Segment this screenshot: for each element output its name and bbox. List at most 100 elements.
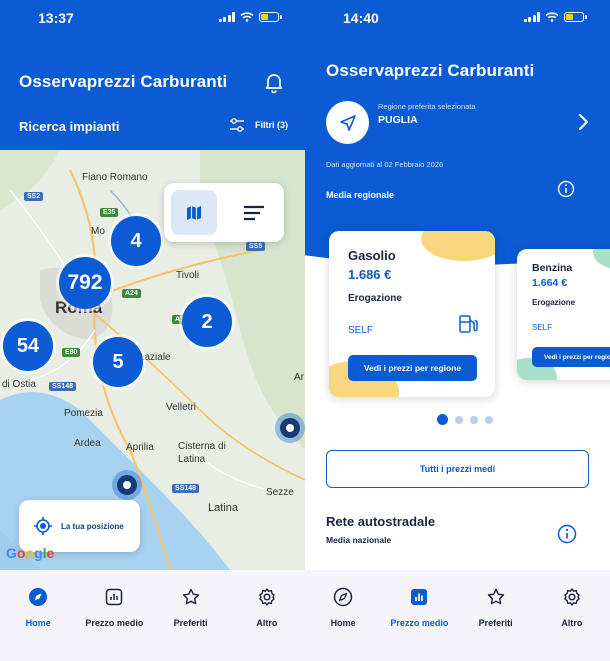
carousel-dot[interactable] bbox=[485, 415, 493, 424]
road-badge: SS5 bbox=[246, 242, 266, 251]
signal-icon bbox=[523, 12, 540, 22]
nav-more[interactable]: Altro bbox=[229, 570, 305, 661]
battery-icon bbox=[259, 12, 282, 22]
carousel-indicator bbox=[437, 414, 493, 425]
erogazione-label: Erogazione bbox=[532, 298, 576, 307]
signal-icon bbox=[218, 12, 235, 22]
google-logo: Google bbox=[6, 545, 55, 561]
view-region-prices-button[interactable]: Vedi i prezzi per regione bbox=[348, 355, 477, 381]
station-cluster[interactable]: 5 bbox=[93, 337, 143, 387]
nav-favorites-label: Preferiti bbox=[478, 618, 513, 628]
regional-average-label: Media regionale bbox=[326, 190, 395, 200]
bottom-navigation: Home Prezzo medio Preferiti Altro bbox=[305, 570, 610, 661]
bell-icon[interactable] bbox=[262, 70, 286, 94]
average-price-screen: 14:40 Osservaprezzi Carburanti Regione p… bbox=[305, 0, 610, 661]
nav-more[interactable]: Altro bbox=[534, 570, 610, 661]
fuel-card-diesel[interactable]: Gasolio 1.686 € Erogazione SELF Vedi i p… bbox=[329, 231, 495, 397]
compass-icon bbox=[27, 586, 49, 608]
map-label: Pomezia bbox=[64, 408, 103, 419]
app-title: Osservaprezzi Carburanti bbox=[326, 61, 535, 80]
map-label: Fiano Romano bbox=[82, 172, 148, 183]
erogazione-label: Erogazione bbox=[348, 293, 402, 304]
all-average-prices-button[interactable]: Tutti i prezzi medi bbox=[326, 450, 589, 488]
carousel-dot[interactable] bbox=[455, 415, 463, 424]
nav-average-price[interactable]: Prezzo medio bbox=[76, 570, 152, 661]
app-title: Osservaprezzi Carburanti bbox=[19, 72, 228, 91]
wifi-icon bbox=[545, 12, 559, 22]
compass-icon bbox=[332, 586, 354, 608]
wifi-icon bbox=[240, 12, 254, 22]
carousel-dot[interactable] bbox=[470, 415, 478, 424]
filters-button[interactable]: Filtri (3) bbox=[229, 118, 288, 132]
fuel-name: Gasolio bbox=[348, 248, 396, 263]
service-mode: SELF bbox=[348, 325, 374, 336]
search-stations-label: Ricerca impianti bbox=[19, 119, 120, 134]
map-view-button[interactable] bbox=[171, 190, 217, 235]
station-cluster[interactable]: 54 bbox=[3, 321, 53, 371]
nav-more-label: Altro bbox=[256, 618, 278, 628]
station-cluster[interactable]: 2 bbox=[182, 297, 232, 347]
nav-average-price-label: Prezzo medio bbox=[85, 618, 144, 628]
map-icon bbox=[187, 205, 201, 220]
nav-home-label: Home bbox=[330, 618, 356, 628]
status-bar: 14:40 bbox=[305, 0, 610, 34]
region-name[interactable]: PUGLIA bbox=[378, 114, 418, 126]
nav-average-price[interactable]: Prezzo medio bbox=[381, 570, 457, 661]
map-label: Ar bbox=[294, 372, 304, 383]
data-updated-text: Dati aggiornati al 02 Febbraio 2026 bbox=[326, 160, 444, 169]
nav-home[interactable]: Home bbox=[305, 570, 381, 661]
nav-favorites[interactable]: Preferiti bbox=[153, 570, 229, 661]
list-view-icon[interactable] bbox=[242, 203, 266, 223]
map-label: Velletri bbox=[166, 402, 197, 413]
navigation-arrow-icon bbox=[339, 114, 356, 131]
nav-more-label: Altro bbox=[561, 618, 583, 628]
nav-average-price-label: Prezzo medio bbox=[390, 618, 449, 628]
star-icon bbox=[485, 586, 507, 608]
road-badge: SS148 bbox=[49, 382, 77, 391]
fuel-pump-icon bbox=[459, 315, 478, 333]
region-caption: Regione preferita selezionata bbox=[378, 102, 476, 111]
map-label: Mo bbox=[91, 226, 105, 237]
chart-icon bbox=[408, 586, 430, 608]
road-badge: E80 bbox=[62, 348, 81, 357]
status-time: 14:40 bbox=[343, 10, 379, 26]
carousel-dot-active[interactable] bbox=[437, 414, 448, 425]
nav-home[interactable]: Home bbox=[0, 570, 76, 661]
map-label: Sezze bbox=[266, 487, 294, 498]
status-time: 13:37 bbox=[38, 10, 74, 26]
road-badge: E35 bbox=[100, 208, 119, 217]
home-screen: 13:37 Osservaprezzi Carburanti Ricerca i… bbox=[0, 0, 305, 661]
my-location-label: La tua posizione bbox=[61, 521, 124, 531]
info-icon[interactable] bbox=[557, 524, 577, 544]
service-mode: SELF bbox=[532, 323, 553, 332]
filters-label: Filtri (3) bbox=[255, 120, 288, 130]
station-pin[interactable] bbox=[112, 470, 142, 500]
road-badge: SS2 bbox=[24, 192, 44, 201]
sliders-icon bbox=[230, 118, 244, 132]
map-label: Ardea bbox=[74, 438, 101, 449]
view-region-prices-button[interactable]: Vedi i prezzi per regione bbox=[532, 347, 610, 367]
station-cluster[interactable]: 4 bbox=[111, 216, 161, 266]
station-cluster[interactable]: 792 bbox=[59, 257, 111, 309]
chart-icon bbox=[103, 586, 125, 608]
nav-favorites-label: Preferiti bbox=[173, 618, 208, 628]
chevron-right-icon[interactable] bbox=[577, 113, 589, 131]
station-pin[interactable] bbox=[275, 413, 305, 443]
map-label: Latina bbox=[208, 502, 238, 514]
road-badge: A24 bbox=[122, 289, 141, 298]
fuel-card-petrol[interactable]: Benzina 1.664 € Erogazione SELF Vedi i p… bbox=[517, 249, 610, 380]
info-icon[interactable] bbox=[557, 180, 575, 198]
view-toggle bbox=[164, 183, 284, 242]
gear-icon bbox=[256, 586, 278, 608]
fuel-name: Benzina bbox=[532, 262, 573, 274]
region-selector-icon[interactable] bbox=[326, 101, 369, 144]
nav-favorites[interactable]: Preferiti bbox=[458, 570, 534, 661]
map-label: Tivoli bbox=[176, 270, 199, 281]
map-label: Aprilia bbox=[126, 442, 154, 453]
map-label: di Ostia bbox=[2, 379, 36, 390]
gear-icon bbox=[561, 586, 583, 608]
fuel-price: 1.686 € bbox=[348, 267, 392, 282]
highway-network-title: Rete autostradale bbox=[326, 514, 436, 529]
road-badge: SS148 bbox=[172, 484, 200, 493]
star-icon bbox=[180, 586, 202, 608]
